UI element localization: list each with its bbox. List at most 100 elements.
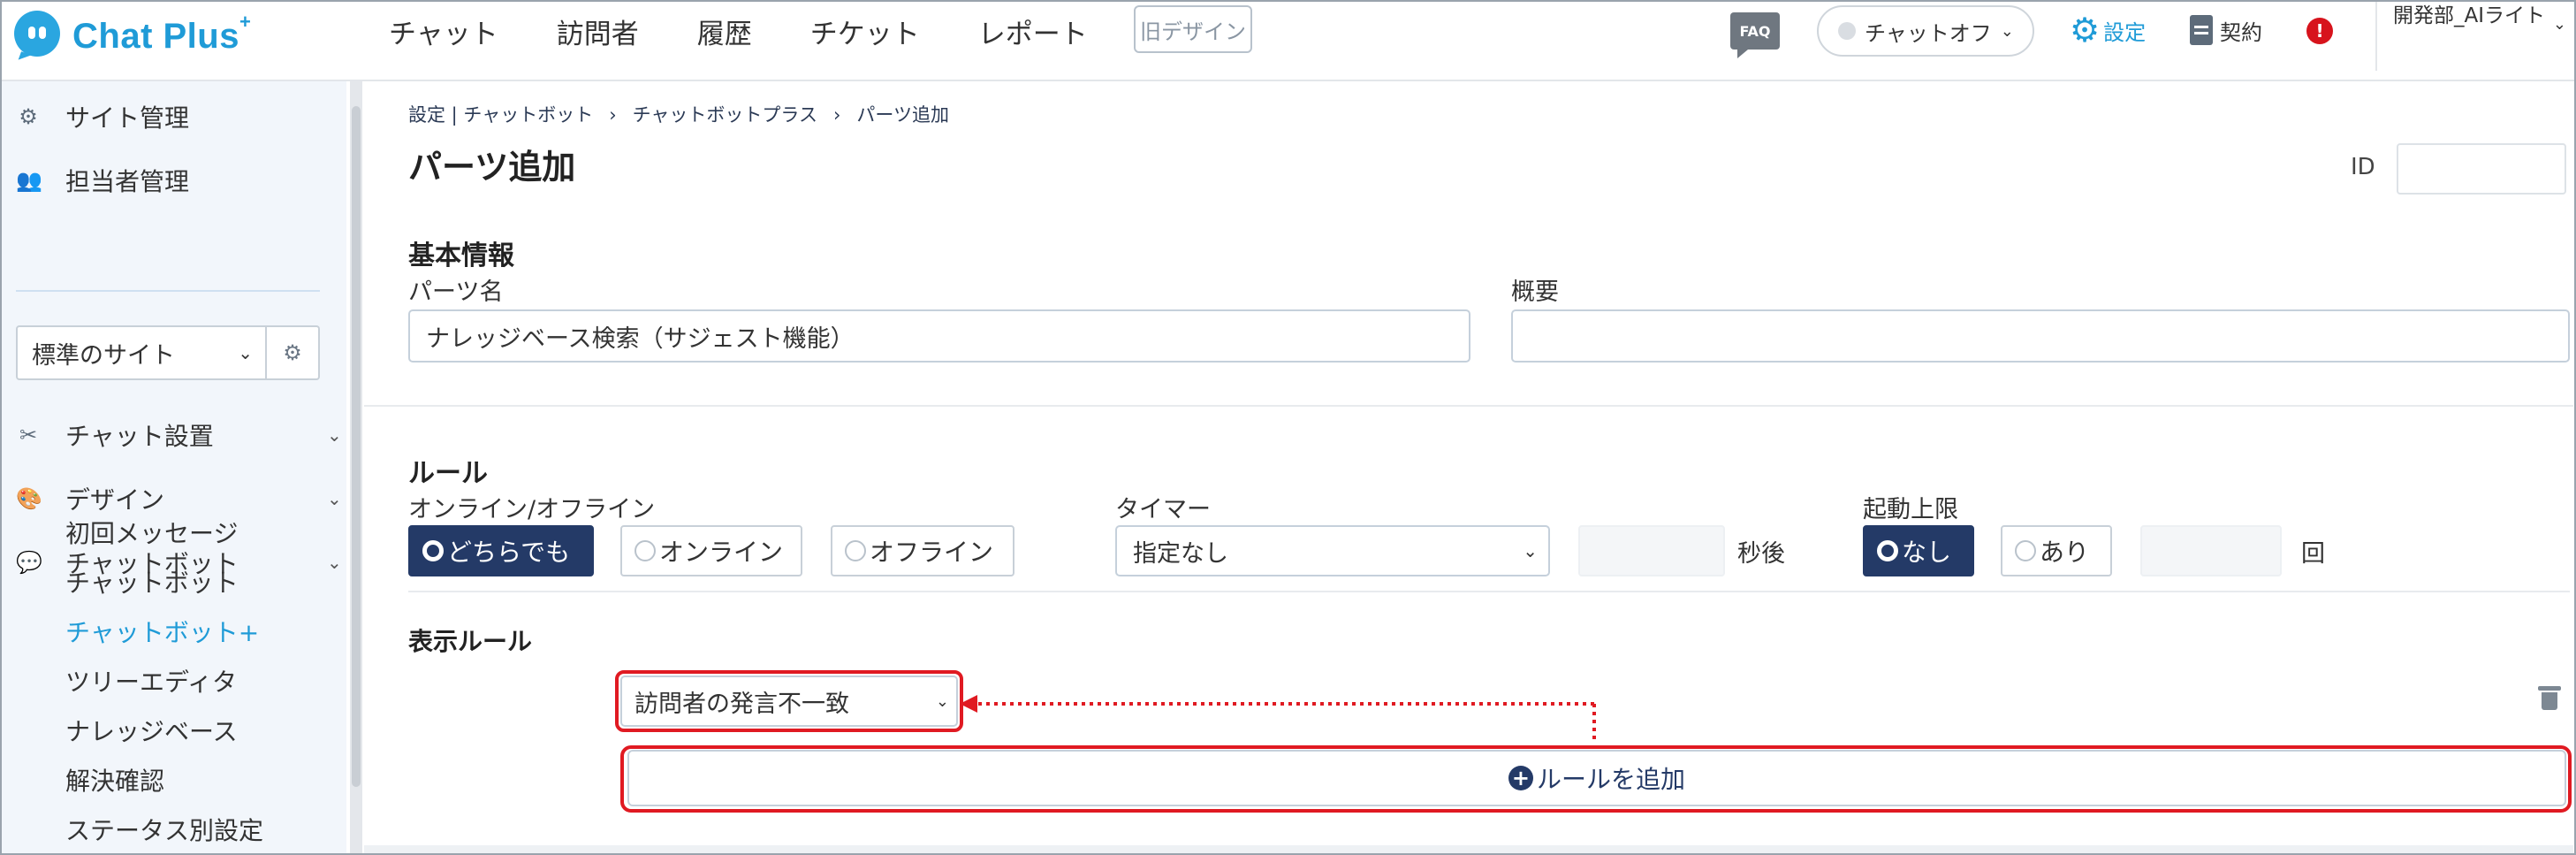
breadcrumb-item-current: パーツ追加 bbox=[856, 104, 949, 126]
alert-icon[interactable]: ! bbox=[2306, 18, 2333, 44]
chevron-down-icon: ⌄ bbox=[327, 488, 342, 509]
id-label: ID bbox=[2351, 154, 2375, 180]
status-dot-icon bbox=[1838, 22, 1856, 40]
chat-icon: 💬 bbox=[16, 550, 42, 575]
basic-info-title: 基本情報 bbox=[408, 240, 514, 271]
next-section-edge bbox=[364, 845, 2573, 855]
sidebar-subitem-tree-editor[interactable]: ツリーエディタ bbox=[65, 663, 237, 699]
summary-label: 概要 bbox=[1511, 279, 1559, 306]
sidebar-item-site-admin[interactable]: ⚙ サイト管理 bbox=[16, 99, 189, 134]
timer-select-value: 指定なし bbox=[1133, 539, 1228, 568]
part-name-input[interactable]: ナレッジベース検索（サジェスト機能） bbox=[408, 309, 1470, 363]
divider bbox=[16, 290, 320, 292]
online-option-either[interactable]: どちらでも bbox=[408, 525, 594, 576]
gear-icon: ⚙ bbox=[19, 104, 38, 129]
nav-reports[interactable]: レポート bbox=[978, 11, 1088, 51]
site-select[interactable]: 標準のサイト ⌄ bbox=[16, 325, 267, 380]
option-label: オンライン bbox=[659, 538, 784, 567]
site-select-value: 標準のサイト bbox=[32, 341, 175, 370]
annotation-arrow-head bbox=[960, 695, 977, 713]
contract-link[interactable]: 契約 bbox=[2190, 12, 2262, 48]
nav-visitors[interactable]: 訪問者 bbox=[557, 11, 639, 51]
rules-title: ルール bbox=[408, 458, 488, 489]
faq-icon[interactable]: FAQ bbox=[1730, 12, 1780, 58]
annotation-arrow bbox=[960, 695, 1596, 739]
logo[interactable]: Chat Plus+ bbox=[14, 7, 251, 60]
option-label: オフライン bbox=[870, 538, 994, 567]
chevron-down-icon: ⌄ bbox=[327, 552, 342, 573]
sidebar-subitem-resolution-check[interactable]: 解決確認 bbox=[65, 762, 164, 798]
sidebar-scrollbar-thumb[interactable] bbox=[352, 106, 361, 787]
limit-option-none[interactable]: なし bbox=[1863, 525, 1974, 576]
part-name-label: パーツ名 bbox=[408, 279, 504, 306]
launch-limit-label: 起動上限 bbox=[1863, 496, 1958, 523]
breadcrumb-separator: › bbox=[609, 104, 617, 126]
site-settings-gear-icon[interactable]: ⚙ bbox=[267, 325, 320, 380]
radio-icon bbox=[845, 540, 866, 561]
sidebar-subitem-first-message[interactable]: 初回メッセージ bbox=[65, 515, 238, 550]
chat-bubble-logo-icon bbox=[14, 11, 60, 57]
display-rules-title: 表示ルール bbox=[408, 627, 533, 656]
user-name: 開発部_AIライト bbox=[2393, 4, 2546, 27]
timer-select[interactable]: 指定なし ⌄ bbox=[1115, 525, 1550, 576]
sidebar-item-staff-admin[interactable]: 👥 担当者管理 bbox=[16, 163, 189, 198]
sidebar: ⚙ サイト管理 👥 担当者管理 標準のサイト ⌄ ⚙ ✂ チャット設置 ⌄ 🎨 … bbox=[0, 81, 346, 855]
chevron-down-icon: ⌄ bbox=[238, 342, 253, 363]
limit-option-yes[interactable]: あり bbox=[2001, 525, 2112, 576]
timer-unit: 秒後 bbox=[1737, 540, 1785, 568]
online-option-online[interactable]: オンライン bbox=[620, 525, 802, 576]
document-icon bbox=[2190, 15, 2213, 45]
breadcrumb-item-settings[interactable]: 設定 | チャットボット bbox=[408, 104, 593, 126]
user-menu[interactable]: 開発部_AIライト ⌄ bbox=[2375, 0, 2566, 71]
sidebar-item-design[interactable]: 🎨 デザイン ⌄ bbox=[16, 481, 343, 516]
nav-chat[interactable]: チャット bbox=[389, 11, 498, 51]
sidebar-item-chat-settings[interactable]: ✂ チャット設置 ⌄ bbox=[16, 417, 343, 453]
chevron-down-icon: ⌄ bbox=[2000, 21, 2014, 41]
radio-icon bbox=[2015, 540, 2036, 561]
divider bbox=[364, 405, 2573, 407]
summary-input[interactable] bbox=[1511, 309, 2570, 363]
trash-icon[interactable] bbox=[2538, 686, 2561, 711]
sidebar-subitem-chatbot[interactable]: チャットボット bbox=[65, 564, 239, 599]
timer-label: タイマー bbox=[1115, 496, 1211, 523]
chevron-down-icon: ⌄ bbox=[2552, 15, 2566, 34]
id-input[interactable] bbox=[2397, 143, 2566, 195]
radio-icon bbox=[422, 540, 444, 561]
sidebar-subitem-knowledge-base[interactable]: ナレッジベース bbox=[65, 713, 238, 748]
sidebar-item-label: 担当者管理 bbox=[65, 167, 190, 196]
add-rule-label: ルールを追加 bbox=[1536, 765, 1685, 794]
top-header: Chat Plus+ チャット 訪問者 履歴 チケット レポート 旧デザイン F… bbox=[0, 0, 2576, 81]
option-label: あり bbox=[2040, 538, 2090, 567]
breadcrumb-separator: › bbox=[833, 104, 841, 126]
radio-icon bbox=[1877, 540, 1898, 561]
option-label: どちらでも bbox=[447, 538, 571, 567]
nav-history[interactable]: 履歴 bbox=[697, 11, 752, 51]
plus-circle-icon: + bbox=[1508, 766, 1533, 790]
main-nav: チャット 訪問者 履歴 チケット レポート bbox=[389, 0, 1146, 62]
nav-tickets[interactable]: チケット bbox=[810, 11, 920, 51]
old-design-button[interactable]: 旧デザイン bbox=[1134, 5, 1252, 53]
display-rule-select[interactable]: 訪問者の発言不一致 ⌄ bbox=[620, 676, 958, 727]
logo-text: Chat Plus+ bbox=[72, 11, 252, 56]
settings-link[interactable]: ⚙ 設定 bbox=[2070, 11, 2146, 50]
option-label: なし bbox=[1902, 538, 1952, 567]
radio-icon bbox=[635, 540, 656, 561]
breadcrumb-item-chatbot-plus[interactable]: チャットボットプラス bbox=[633, 104, 817, 126]
online-option-offline[interactable]: オフライン bbox=[831, 525, 1014, 576]
sidebar-subitem-status-settings[interactable]: ステータス別設定 bbox=[65, 812, 263, 847]
divider bbox=[408, 591, 2570, 592]
chat-status-label: チャットオフ bbox=[1865, 20, 1992, 46]
sidebar-item-label: チャット設置 bbox=[65, 422, 214, 451]
palette-icon: 🎨 bbox=[16, 486, 42, 511]
breadcrumb: 設定 | チャットボット › チャットボットプラス › パーツ追加 bbox=[408, 101, 965, 127]
gear-icon: ⚙ bbox=[2070, 11, 2101, 50]
sidebar-subitem-chatbot-plus[interactable]: チャットボット+ bbox=[65, 614, 259, 649]
chevron-down-icon: ⌄ bbox=[935, 691, 949, 711]
sidebar-item-label: サイト管理 bbox=[65, 103, 190, 133]
add-rule-button[interactable]: + ルールを追加 bbox=[627, 750, 2566, 806]
chat-status-toggle[interactable]: チャットオフ ⌄ bbox=[1817, 5, 2034, 57]
chevron-down-icon: ⌄ bbox=[1523, 540, 1538, 561]
timer-seconds-input[interactable] bbox=[1578, 525, 1725, 576]
limit-count-input[interactable] bbox=[2140, 525, 2282, 576]
users-icon: 👥 bbox=[16, 168, 42, 193]
